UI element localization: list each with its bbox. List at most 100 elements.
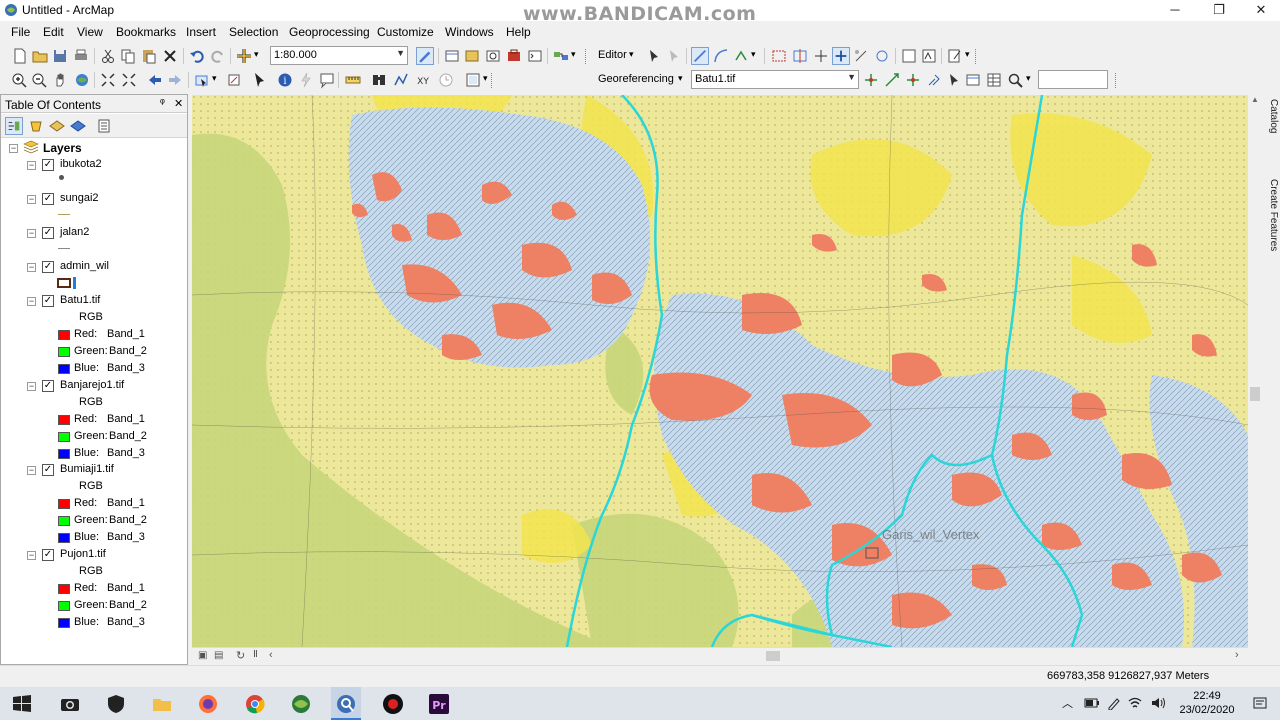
layers-root-label[interactable]: Layers [43,141,82,157]
security-shield-icon[interactable] [104,692,128,716]
time-slider-icon[interactable] [437,71,455,89]
fixed-zoom-out-icon[interactable] [120,71,138,89]
select-elements-icon[interactable] [250,71,268,89]
list-by-source-icon[interactable] [27,117,45,135]
firefox-icon[interactable] [196,692,220,716]
layer-visibility-checkbox[interactable]: ✓ [42,464,54,476]
layout-view-icon[interactable]: ▣ [198,650,207,661]
layer-visibility-checkbox[interactable]: ✓ [42,159,54,171]
menu-selection[interactable]: Selection [229,25,278,39]
auto-adjust-icon[interactable] [925,71,943,89]
zoom-out-icon[interactable] [30,71,48,89]
cut-polygons-icon[interactable] [791,47,809,65]
redo-icon[interactable] [209,47,227,65]
list-by-drawing-order-icon[interactable] [5,117,23,135]
create-features-tab[interactable]: Create Features [1266,179,1279,251]
menu-customize[interactable]: Customize [377,25,434,39]
find-route-icon[interactable] [392,71,410,89]
toc-options-icon[interactable] [95,117,113,135]
rotate-tool-icon[interactable] [832,47,850,65]
layer-name-pujon1[interactable]: Pujon1.tif [60,548,106,564]
pin-icon[interactable]: ᵠ [160,97,165,109]
html-popup-icon[interactable] [318,71,336,89]
list-by-visibility-icon[interactable] [48,117,66,135]
layer-name-admin-wil[interactable]: admin_wil [60,260,109,276]
scroll-up-icon[interactable]: ▲ [1251,95,1259,104]
rotate-raster-icon[interactable] [862,71,880,89]
measure-icon[interactable] [344,71,362,89]
paste-icon[interactable] [140,47,158,65]
show-hidden-icons-chevron[interactable]: ︿ [1062,695,1073,711]
add-control-points-icon[interactable] [904,71,922,89]
georef-search-input[interactable] [1038,70,1108,89]
toolbar-grip[interactable] [1115,73,1118,88]
fixed-zoom-in-icon[interactable] [99,71,117,89]
cut-icon[interactable] [99,47,117,65]
premiere-pro-icon[interactable]: Pr [427,692,451,716]
menu-bookmarks[interactable]: Bookmarks [116,25,176,39]
pause-drawing-icon[interactable]: Ⅱ [253,649,258,660]
layer-visibility-checkbox[interactable]: ✓ [42,261,54,273]
catalog-tab[interactable]: Catalog [1266,99,1279,133]
layer-visibility-checkbox[interactable]: ✓ [42,295,54,307]
identify-icon[interactable]: i [276,71,294,89]
chrome-icon[interactable] [243,692,267,716]
editor-toolbar-icon[interactable] [416,47,434,65]
collapse-layer-toggle[interactable]: − [27,229,36,238]
model-dropdown-icon[interactable]: ▾ [571,49,576,60]
scroll-right-icon[interactable]: › [1235,649,1239,661]
end-point-arc-icon[interactable] [712,47,730,65]
edit-options-icon[interactable] [946,47,964,65]
georeferencing-dropdown-icon[interactable]: ▾ [678,73,683,84]
collapse-layer-toggle[interactable]: − [27,551,36,560]
pan-icon[interactable] [51,71,69,89]
toolbar-grip[interactable] [585,49,588,64]
layer-name-ibukota2[interactable]: ibukota2 [60,158,102,174]
map-scale-combo[interactable]: 1:80.000 ▼ [270,46,408,65]
split-tool-icon[interactable] [812,47,830,65]
list-by-selection-icon[interactable] [69,117,87,135]
bandicam-record-icon[interactable] [381,692,405,716]
arctoolbox-icon[interactable] [505,47,523,65]
close-panel-icon[interactable]: ✕ [174,97,183,110]
edit-annotation-icon[interactable] [665,47,683,65]
delete-icon[interactable] [161,47,179,65]
zoom-in-icon[interactable] [10,71,28,89]
editor-menu-button[interactable]: Editor [598,49,627,61]
view-link-table-icon[interactable] [985,71,1003,89]
sketch-properties-icon[interactable] [873,47,891,65]
collapse-layers-toggle[interactable]: − [9,144,18,153]
add-data-icon[interactable] [235,47,253,65]
attributes-icon[interactable] [852,47,870,65]
refresh-icon[interactable]: ↻ [236,649,245,662]
print-icon[interactable] [72,47,90,65]
map-vertical-scrollbar[interactable]: ▲ [1248,95,1262,647]
minimize-button[interactable]: ─ [1152,0,1198,21]
volume-icon[interactable] [1150,696,1166,710]
add-data-dropdown-icon[interactable]: ▾ [254,49,259,60]
construction-dropdown-icon[interactable]: ▾ [751,49,756,60]
open-folder-icon[interactable] [31,47,49,65]
layer-name-bumiaji1[interactable]: Bumiaji1.tif [60,463,114,479]
layer-visibility-checkbox[interactable]: ✓ [42,549,54,561]
map-canvas[interactable]: Garis_wil_Vertex [192,95,1248,647]
arcmap-task-active[interactable] [331,687,361,720]
search-window-icon[interactable] [484,47,502,65]
forward-arrow-icon[interactable] [166,71,184,89]
arcgis-icon[interactable] [289,692,313,716]
create-features-icon[interactable] [900,47,918,65]
clear-selection-icon[interactable] [225,71,243,89]
catalog-icon[interactable] [463,47,481,65]
create-viewer-window-icon[interactable] [464,71,482,89]
pen-workspace-icon[interactable] [1106,696,1122,710]
menu-help[interactable]: Help [506,25,531,39]
data-view-icon[interactable]: ▤ [214,650,223,661]
maximize-button[interactable]: ❐ [1196,0,1242,21]
horizontal-scroll-thumb[interactable] [766,651,780,661]
full-extent-icon[interactable] [73,71,91,89]
select-link-icon[interactable] [945,71,963,89]
close-window-button[interactable]: ✕ [1238,0,1280,21]
map-display[interactable]: Garis_wil_Vertex [192,95,1248,647]
editing-options-icon[interactable] [920,47,938,65]
table-of-contents-icon[interactable] [443,47,461,65]
